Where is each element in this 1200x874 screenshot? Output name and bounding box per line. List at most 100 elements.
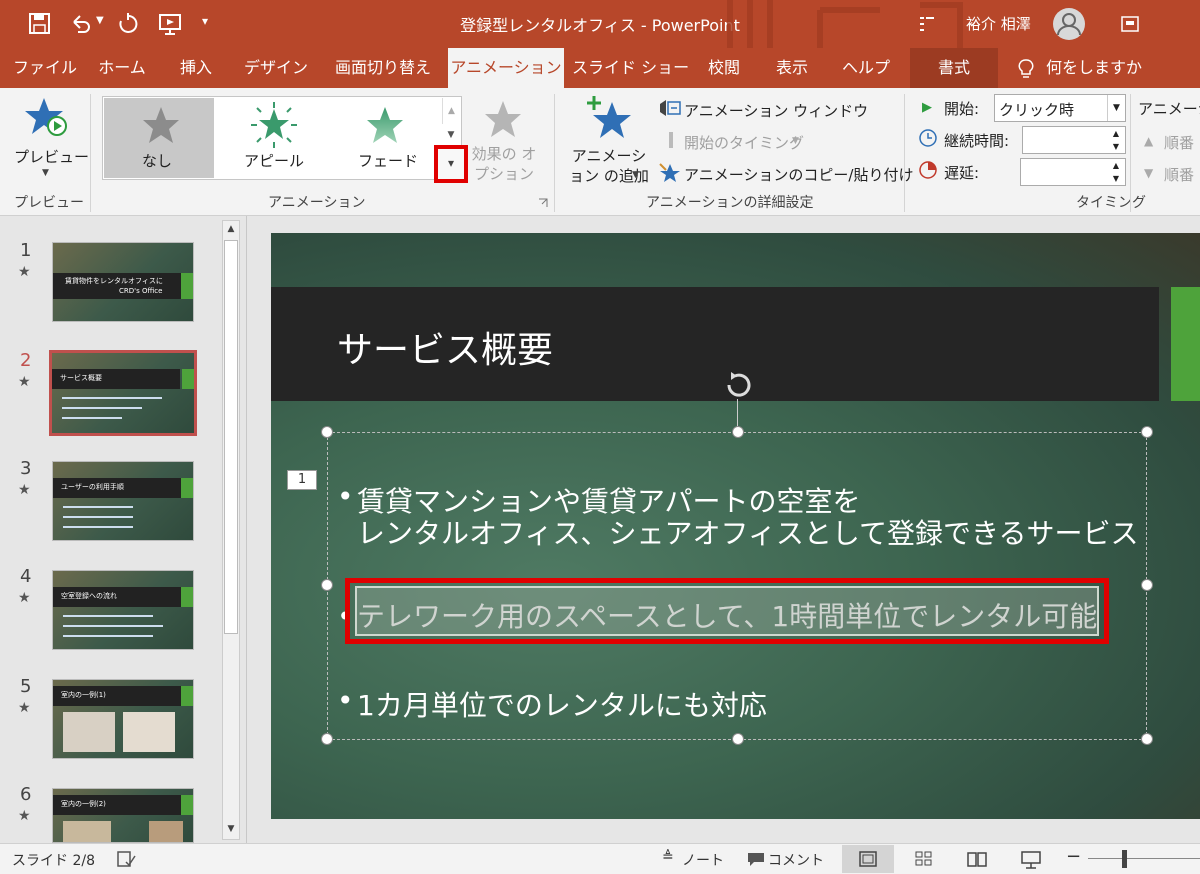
zoom-slider-thumb[interactable] xyxy=(1122,850,1127,868)
rotate-handle-icon[interactable] xyxy=(723,371,759,401)
slide-number: 3 xyxy=(20,458,32,479)
gallery-more-button[interactable]: ▾ xyxy=(434,145,468,183)
animation-pane-icon xyxy=(660,100,681,116)
start-play-icon: ▶ xyxy=(922,100,932,115)
tell-me-search[interactable]: 何をしますか xyxy=(1046,48,1156,88)
resize-handle[interactable] xyxy=(1141,426,1153,438)
delay-field[interactable]: ▲ ▼ xyxy=(1020,158,1126,186)
tab-insert[interactable]: 挿入 xyxy=(164,48,228,88)
slide-thumbnail-5[interactable]: 室内の一例(1) xyxy=(52,679,194,759)
animation-star-icon: ★ xyxy=(18,808,31,824)
slide-sorter-icon[interactable] xyxy=(914,850,934,868)
separator xyxy=(904,94,905,212)
gallery-scroll-down[interactable]: ▼ xyxy=(442,124,460,146)
group-label-advanced: アニメーションの詳細設定 xyxy=(646,195,814,211)
duration-field[interactable]: ▲ ▼ xyxy=(1022,126,1126,154)
ribbon-options-icon[interactable] xyxy=(1120,14,1140,34)
bullet-text-2[interactable]: レンタルオフィス、シェアオフィスとして登録できるサービス xyxy=(357,512,1138,552)
group-label-preview: プレビュー xyxy=(14,195,84,211)
animation-pane-button[interactable]: アニメーション ウィンドウ xyxy=(684,100,868,121)
slide-thumbnail-1[interactable]: 賃貸物件をレンタルオフィスに CRD's Office xyxy=(52,242,194,322)
normal-view-button[interactable] xyxy=(842,845,894,873)
ribbon: プレビュー ▼ プレビュー なし アピール フェード ▲ ▼ ▾ 効果の オプシ… xyxy=(0,88,1200,216)
zoom-slider[interactable] xyxy=(1088,858,1200,859)
add-animation-dropdown-icon[interactable]: ▼ xyxy=(632,170,639,180)
slide-canvas[interactable]: サービス概要 1 • 賃貸マンションや賃貸アパートの空室を レンタルオフィス、シ… xyxy=(271,233,1200,819)
start-label: 開始: xyxy=(944,100,980,118)
notes-button[interactable]: ノート xyxy=(682,850,724,870)
scroll-thumb[interactable] xyxy=(224,240,238,634)
start-select[interactable]: クリック時 ▼ xyxy=(994,94,1126,122)
slide-thumbnail-2[interactable]: サービス概要 xyxy=(49,350,197,436)
delay-spinner[interactable]: ▲ ▼ xyxy=(1107,159,1125,185)
animation-star-icon: ★ xyxy=(18,700,31,716)
animation-star-icon: ★ xyxy=(18,482,31,498)
zoom-out-button[interactable]: − xyxy=(1066,846,1081,867)
add-animation-button[interactable]: アニメーション の追加 xyxy=(566,146,652,186)
separator xyxy=(90,94,91,212)
resize-handle[interactable] xyxy=(732,426,744,438)
trigger-button[interactable]: 開始のタイミング xyxy=(684,132,804,153)
tab-transitions[interactable]: 画面切り替え xyxy=(324,48,442,88)
separator xyxy=(1130,94,1131,212)
slide-thumbnail-3[interactable]: ユーザーの利用手順 xyxy=(52,461,194,541)
resize-handle[interactable] xyxy=(732,733,744,745)
avatar[interactable] xyxy=(1052,7,1086,41)
ribbon-display-icon[interactable] xyxy=(918,14,936,34)
tab-review[interactable]: 校閲 xyxy=(694,48,754,88)
slide-thumbnail-4[interactable]: 空室登録への流れ xyxy=(52,570,194,650)
resize-handle[interactable] xyxy=(1141,733,1153,745)
accent-bar xyxy=(1171,287,1200,401)
resize-handle[interactable] xyxy=(321,733,333,745)
undo-icon[interactable] xyxy=(68,12,92,36)
tab-animations[interactable]: アニメーション xyxy=(448,48,564,88)
resize-handle[interactable] xyxy=(321,579,333,591)
tab-design[interactable]: デザイン xyxy=(236,48,316,88)
comments-button[interactable]: コメント xyxy=(768,850,824,870)
preview-dropdown-icon[interactable]: ▼ xyxy=(42,168,49,178)
resize-handle[interactable] xyxy=(1141,579,1153,591)
slideshow-view-icon[interactable] xyxy=(1020,850,1042,870)
slide-title[interactable]: サービス概要 xyxy=(337,321,553,373)
bullet-text-3[interactable]: テレワーク用のスペースとして、1時間単位でレンタル可能 xyxy=(357,595,1097,635)
undo-dropdown-icon[interactable]: ▼ xyxy=(96,15,104,26)
spell-check-icon[interactable] xyxy=(116,850,136,868)
save-icon[interactable] xyxy=(28,12,52,36)
gallery-item-appear[interactable]: アピール xyxy=(218,98,328,178)
gallery-item-fade[interactable]: フェード xyxy=(330,98,440,178)
redo-icon[interactable] xyxy=(116,12,140,36)
resize-handle[interactable] xyxy=(321,426,333,438)
effect-options-star-icon[interactable] xyxy=(484,100,522,138)
bullet-text-4[interactable]: 1カ月単位でのレンタルにも対応 xyxy=(357,684,767,724)
start-select-dropdown-icon[interactable]: ▼ xyxy=(1107,95,1125,121)
tab-file[interactable]: ファイル xyxy=(10,48,80,88)
start-from-beginning-icon[interactable] xyxy=(158,12,184,36)
gallery-item-none[interactable]: なし xyxy=(104,98,214,178)
tab-home[interactable]: ホーム xyxy=(88,48,156,88)
duration-spinner[interactable]: ▲ ▼ xyxy=(1107,127,1125,153)
move-later-button[interactable]: 順番 xyxy=(1164,164,1194,185)
gallery-scroll-up[interactable]: ▲ xyxy=(442,98,460,124)
scroll-down-arrow[interactable]: ▼ xyxy=(222,820,240,838)
preview-button[interactable]: プレビュー xyxy=(14,146,89,167)
animation-star-icon: ★ xyxy=(18,264,31,280)
scroll-up-arrow[interactable]: ▲ xyxy=(222,220,240,238)
tab-format[interactable]: 書式 xyxy=(910,48,998,88)
reading-view-icon[interactable] xyxy=(966,850,988,868)
background-pattern xyxy=(727,0,963,48)
dialog-launcher-icon[interactable] xyxy=(538,198,548,208)
trigger-dropdown-icon[interactable]: ▼ xyxy=(792,136,799,146)
animation-painter-button[interactable]: アニメーションのコピー/貼り付け xyxy=(684,164,913,185)
move-earlier-button[interactable]: 順番 xyxy=(1164,132,1194,153)
notes-icon: ≜ xyxy=(662,849,674,865)
slide-thumbnail-6[interactable]: 室内の一例(2) xyxy=(52,788,194,843)
tab-view[interactable]: 表示 xyxy=(762,48,822,88)
tab-help[interactable]: ヘルプ xyxy=(830,48,902,88)
preview-star-icon[interactable] xyxy=(24,96,70,140)
animation-order-tag[interactable]: 1 xyxy=(287,470,317,490)
user-name[interactable]: 裕介 相澤 xyxy=(966,13,1031,34)
customize-qat-icon[interactable]: ▾ xyxy=(202,14,208,28)
tab-slideshow[interactable]: スライド ショー xyxy=(572,48,689,88)
add-animation-icon[interactable] xyxy=(586,96,634,140)
effect-options-button[interactable]: 効果の オプション xyxy=(468,144,540,184)
